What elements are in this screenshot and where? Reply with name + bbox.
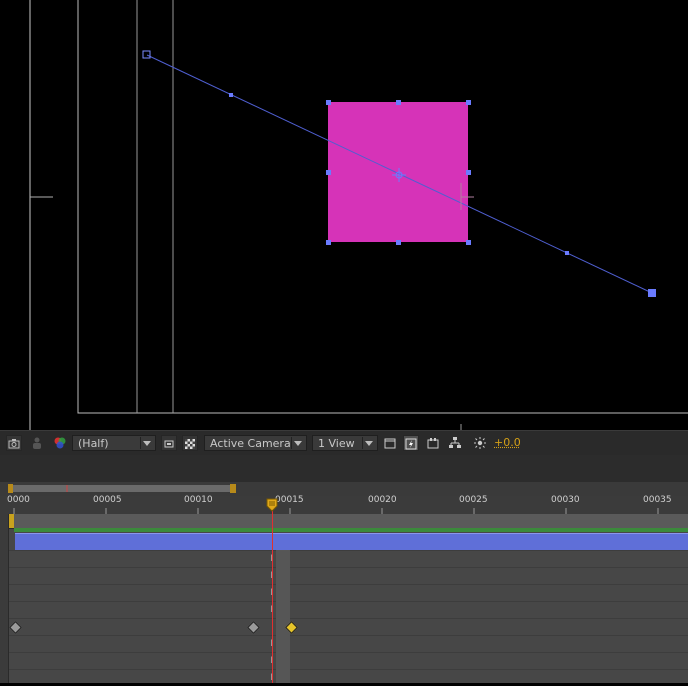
property-row[interactable] xyxy=(0,601,688,618)
motion-path-dot[interactable] xyxy=(229,93,233,97)
layer-handle-tr[interactable] xyxy=(466,100,471,105)
property-row[interactable] xyxy=(0,669,688,686)
fast-previews-icon[interactable] xyxy=(403,435,419,451)
playhead-handle-icon[interactable] xyxy=(266,498,278,512)
camera-dropdown[interactable]: Active Camera xyxy=(204,435,307,451)
color-channels-icon[interactable] xyxy=(52,435,68,451)
exposure-value[interactable]: +0.0 xyxy=(494,435,521,451)
resolution-value: (Half) xyxy=(78,437,109,450)
work-area-end-handle[interactable] xyxy=(230,484,236,493)
property-row[interactable] xyxy=(0,652,688,669)
work-area-start-handle[interactable] xyxy=(8,484,13,493)
chevron-down-icon xyxy=(143,441,151,446)
property-row[interactable] xyxy=(0,567,688,584)
reset-exposure-icon[interactable] xyxy=(472,435,488,451)
ruler-ticks xyxy=(0,496,688,514)
timeline-left-edge xyxy=(0,514,9,683)
layer-handle-bl[interactable] xyxy=(326,240,331,245)
timeline-icon[interactable] xyxy=(426,435,442,451)
layer-handle-br[interactable] xyxy=(466,240,471,245)
region-of-interest-icon[interactable] xyxy=(161,435,177,451)
layer-handle-ml[interactable] xyxy=(326,170,331,175)
chevron-down-icon xyxy=(365,441,373,446)
panel-divider xyxy=(0,455,688,483)
motion-path-start-keyframe[interactable] xyxy=(143,51,150,58)
resolution-dropdown[interactable]: (Half) xyxy=(72,435,156,451)
timeline-panel: 0000 00005 00010 00015 00020 00025 00030… xyxy=(0,482,688,683)
composition-viewer[interactable] xyxy=(0,0,688,430)
ruler-bottom-band xyxy=(0,514,688,529)
motion-path-end-keyframe[interactable] xyxy=(648,289,656,297)
transparency-grid-icon[interactable] xyxy=(182,435,198,451)
view-layout-value: 1 View xyxy=(318,437,355,450)
comp-canvas[interactable] xyxy=(0,0,688,430)
snapshot-icon[interactable] xyxy=(6,435,22,451)
camera-value: Active Camera xyxy=(210,437,291,450)
layer-handle-bc[interactable] xyxy=(396,240,401,245)
property-row[interactable] xyxy=(0,635,688,652)
property-row[interactable] xyxy=(0,584,688,601)
view-layout-dropdown[interactable]: 1 View xyxy=(312,435,378,451)
work-area-bar[interactable] xyxy=(0,482,688,496)
show-snapshot-icon[interactable] xyxy=(30,435,46,451)
property-row[interactable] xyxy=(0,550,688,567)
layer-handle-tc[interactable] xyxy=(396,100,401,105)
current-time-indicator[interactable] xyxy=(272,500,273,683)
pixel-aspect-icon[interactable] xyxy=(383,435,399,451)
position-property-row[interactable] xyxy=(0,618,688,635)
work-area-range[interactable] xyxy=(9,485,235,492)
highlighted-frame-column xyxy=(276,550,290,683)
motion-path-dot[interactable] xyxy=(565,251,569,255)
flowchart-icon[interactable] xyxy=(448,435,464,451)
chevron-down-icon xyxy=(294,441,302,446)
layer-duration-bar[interactable] xyxy=(15,533,688,550)
time-ruler[interactable]: 0000 00005 00010 00015 00020 00025 00030… xyxy=(0,496,688,514)
viewer-toolbar: (Half) Active Camera 1 View +0.0 xyxy=(0,430,688,456)
layer-handle-tl[interactable] xyxy=(326,100,331,105)
layer-handle-mr[interactable] xyxy=(466,170,471,175)
comp-duration-bar xyxy=(14,528,688,532)
